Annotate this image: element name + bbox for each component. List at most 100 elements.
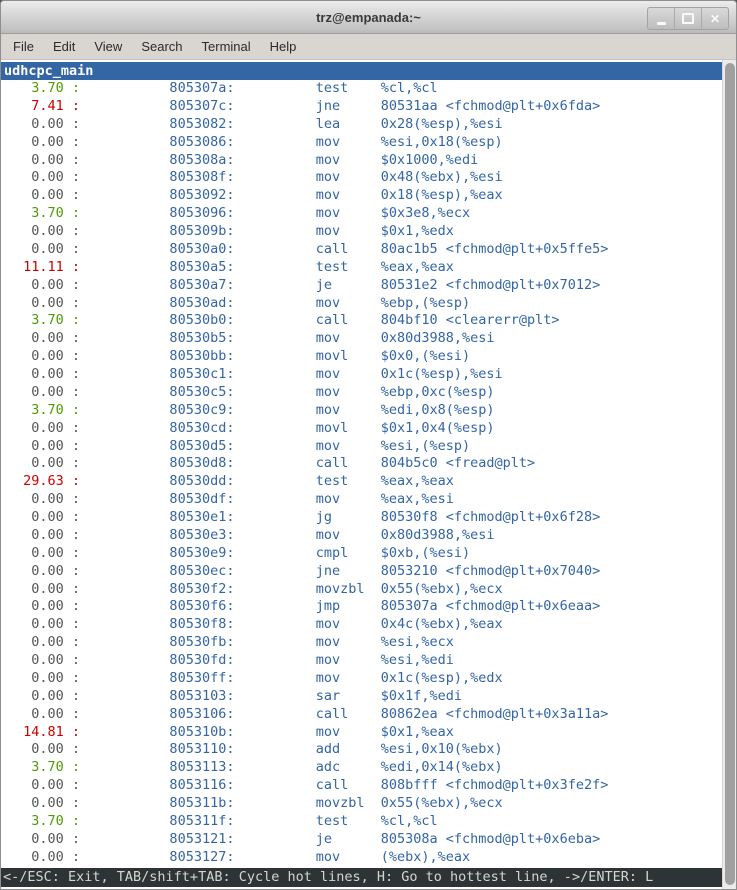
asm-instruction: 8053106: call 80862ea <fchmod@plt+0x3a11… (80, 706, 608, 722)
sample-percent: 29.63 : (15, 473, 80, 489)
asm-row[interactable]: 0.00 : 80530e9: cmpl $0xb,(%esi) (1, 545, 736, 563)
scrollbar-thumb[interactable] (725, 63, 735, 885)
asm-row[interactable]: 0.00 : 80530f8: mov 0x4c(%ebx),%eax (1, 616, 736, 634)
terminal-window: trz@empanada:~ ✕ FileEditViewSearchTermi… (0, 0, 737, 890)
asm-row[interactable]: 3.70 : 80530b0: call 804bf10 <clearerr@p… (1, 312, 736, 330)
asm-row[interactable]: 11.11 : 80530a5: test %eax,%eax (1, 259, 736, 277)
asm-instruction: 8053127: mov (%ebx),%eax (80, 849, 470, 865)
sample-percent: 0.00 : (15, 116, 80, 132)
asm-row[interactable]: 0.00 : 80530fb: mov %esi,%ecx (1, 634, 736, 652)
asm-row[interactable]: 0.00 : 80530a7: je 80531e2 <fchmod@plt+0… (1, 277, 736, 295)
asm-instruction: 805311f: test %cl,%cl (80, 813, 438, 829)
asm-row[interactable]: 0.00 : 8053121: je 805308a <fchmod@plt+0… (1, 831, 736, 849)
menu-item-file[interactable]: File (4, 36, 43, 57)
asm-row[interactable]: 0.00 : 80530d8: call 804b5c0 <fread@plt> (1, 455, 736, 473)
asm-row[interactable]: 0.00 : 8053127: mov (%ebx),%eax (1, 849, 736, 867)
sample-percent: 0.00 : (15, 223, 80, 239)
sample-percent: 0.00 : (15, 134, 80, 150)
sample-percent: 0.00 : (15, 634, 80, 650)
asm-row[interactable]: 0.00 : 80530ad: mov %ebp,(%esp) (1, 295, 736, 313)
scrollbar[interactable] (722, 60, 736, 889)
menu-item-edit[interactable]: Edit (44, 36, 84, 57)
asm-instruction: 80530d8: call 804b5c0 <fread@plt> (80, 455, 535, 471)
sample-percent: 0.00 : (15, 849, 80, 865)
window-titlebar[interactable]: trz@empanada:~ ✕ (1, 1, 736, 34)
sample-percent: 0.00 : (15, 527, 80, 543)
sample-percent: 0.00 : (15, 277, 80, 293)
asm-row[interactable]: 0.00 : 805308f: mov 0x48(%ebx),%esi (1, 169, 736, 187)
asm-row[interactable]: 0.00 : 80530bb: movl $0x0,(%esi) (1, 348, 736, 366)
asm-instruction: 80530b5: mov 0x80d3988,%esi (80, 330, 495, 346)
asm-row[interactable]: 14.81 : 805310b: mov $0x1,%eax (1, 724, 736, 742)
sample-percent: 0.00 : (15, 241, 80, 257)
asm-row[interactable]: 0.00 : 80530b5: mov 0x80d3988,%esi (1, 330, 736, 348)
asm-row[interactable]: 0.00 : 8053082: lea 0x28(%esp),%esi (1, 116, 736, 134)
sample-percent: 3.70 : (15, 813, 80, 829)
asm-row[interactable]: 3.70 : 805311f: test %cl,%cl (1, 813, 736, 831)
asm-row[interactable]: 0.00 : 80530df: mov %eax,%esi (1, 491, 736, 509)
asm-row[interactable]: 0.00 : 80530c5: mov %ebp,0xc(%esp) (1, 384, 736, 402)
asm-instruction: 805308f: mov 0x48(%ebx),%esi (80, 169, 503, 185)
asm-row[interactable]: 0.00 : 80530e3: mov 0x80d3988,%esi (1, 527, 736, 545)
sample-percent: 0.00 : (15, 741, 80, 757)
asm-row[interactable]: 0.00 : 80530f2: movzbl 0x55(%ebx),%ecx (1, 581, 736, 599)
sample-percent: 0.00 : (15, 616, 80, 632)
asm-instruction: 80530a7: je 80531e2 <fchmod@plt+0x7012> (80, 277, 600, 293)
asm-row[interactable]: 0.00 : 8053106: call 80862ea <fchmod@plt… (1, 706, 736, 724)
asm-row[interactable]: 0.00 : 8053116: call 808bfff <fchmod@plt… (1, 777, 736, 795)
asm-row[interactable]: 0.00 : 805308a: mov $0x1000,%edi (1, 152, 736, 170)
asm-row[interactable]: 0.00 : 8053103: sar $0x1f,%edi (1, 688, 736, 706)
asm-row[interactable]: 0.00 : 8053086: mov %esi,0x18(%esp) (1, 134, 736, 152)
menu-item-search[interactable]: Search (132, 36, 191, 57)
maximize-button[interactable] (674, 8, 701, 29)
perf-annotate-symbol-header[interactable]: udhcpc_main (1, 62, 723, 80)
asm-instruction: 80530c1: mov 0x1c(%esp),%esi (80, 366, 503, 382)
sample-percent: 0.00 : (15, 169, 80, 185)
status-bar: <-/ESC: Exit, TAB/shift+TAB: Cycle hot l… (1, 868, 723, 887)
asm-row[interactable]: 0.00 : 8053092: mov 0x18(%esp),%eax (1, 187, 736, 205)
asm-instruction: 80530ff: mov 0x1c(%esp),%edx (80, 670, 503, 686)
menu-item-help[interactable]: Help (261, 36, 306, 57)
sample-percent: 0.00 : (15, 295, 80, 311)
menu-item-view[interactable]: View (85, 36, 131, 57)
asm-row[interactable]: 0.00 : 80530a0: call 80ac1b5 <fchmod@plt… (1, 241, 736, 259)
asm-instruction: 80530d5: mov %esi,(%esp) (80, 438, 470, 454)
sample-percent: 3.70 : (15, 205, 80, 221)
asm-row[interactable]: 0.00 : 80530d5: mov %esi,(%esp) (1, 438, 736, 456)
menu-item-terminal[interactable]: Terminal (193, 36, 260, 57)
asm-row[interactable]: 0.00 : 80530c1: mov 0x1c(%esp),%esi (1, 366, 736, 384)
asm-row[interactable]: 3.70 : 80530c9: mov %edi,0x8(%esp) (1, 402, 736, 420)
asm-row[interactable]: 3.70 : 8053096: mov $0x3e8,%ecx (1, 205, 736, 223)
minimize-button[interactable] (648, 8, 674, 29)
sample-percent: 0.00 : (15, 706, 80, 722)
asm-row[interactable]: 29.63 : 80530dd: test %eax,%eax (1, 473, 736, 491)
sample-percent: 0.00 : (15, 777, 80, 793)
asm-instruction: 80530fb: mov %esi,%ecx (80, 634, 454, 650)
asm-instruction: 8053092: mov 0x18(%esp),%eax (80, 187, 503, 203)
asm-row[interactable]: 0.00 : 80530ec: jne 8053210 <fchmod@plt+… (1, 563, 736, 581)
sample-percent: 0.00 : (15, 581, 80, 597)
sample-percent: 0.00 : (15, 491, 80, 507)
asm-row[interactable]: 0.00 : 80530cd: movl $0x1,0x4(%esp) (1, 420, 736, 438)
asm-instruction: 80530f2: movzbl 0x55(%ebx),%ecx (80, 581, 503, 597)
asm-row[interactable]: 0.00 : 8053110: add %esi,0x10(%ebx) (1, 741, 736, 759)
asm-row[interactable]: 0.00 : 80530ff: mov 0x1c(%esp),%edx (1, 670, 736, 688)
sample-percent: 0.00 : (15, 152, 80, 168)
asm-row[interactable]: 0.00 : 805311b: movzbl 0x55(%ebx),%ecx (1, 795, 736, 813)
asm-instruction: 8053110: add %esi,0x10(%ebx) (80, 741, 503, 757)
asm-row[interactable]: 0.00 : 805309b: mov $0x1,%edx (1, 223, 736, 241)
asm-row[interactable]: 0.00 : 80530f6: jmp 805307a <fchmod@plt+… (1, 598, 736, 616)
close-button[interactable]: ✕ (701, 8, 728, 29)
asm-instruction: 80530e9: cmpl $0xb,(%esi) (80, 545, 470, 561)
asm-row[interactable]: 0.00 : 80530e1: jg 80530f8 <fchmod@plt+0… (1, 509, 736, 527)
terminal-screen[interactable]: udhcpc_main 3.70 : 805307a: test %cl,%cl… (1, 60, 736, 889)
sample-percent: 0.00 : (15, 509, 80, 525)
asm-row[interactable]: 7.41 : 805307c: jne 80531aa <fchmod@plt+… (1, 98, 736, 116)
sample-percent: 0.00 : (15, 795, 80, 811)
asm-row[interactable]: 0.00 : 80530fd: mov %esi,%edi (1, 652, 736, 670)
sample-percent: 0.00 : (15, 670, 80, 686)
asm-row[interactable]: 3.70 : 8053113: adc %edi,0x14(%ebx) (1, 759, 736, 777)
asm-row[interactable]: 3.70 : 805307a: test %cl,%cl (1, 80, 736, 98)
asm-instruction: 80530a5: test %eax,%eax (80, 259, 454, 275)
asm-instruction: 80530bb: movl $0x0,(%esi) (80, 348, 470, 364)
